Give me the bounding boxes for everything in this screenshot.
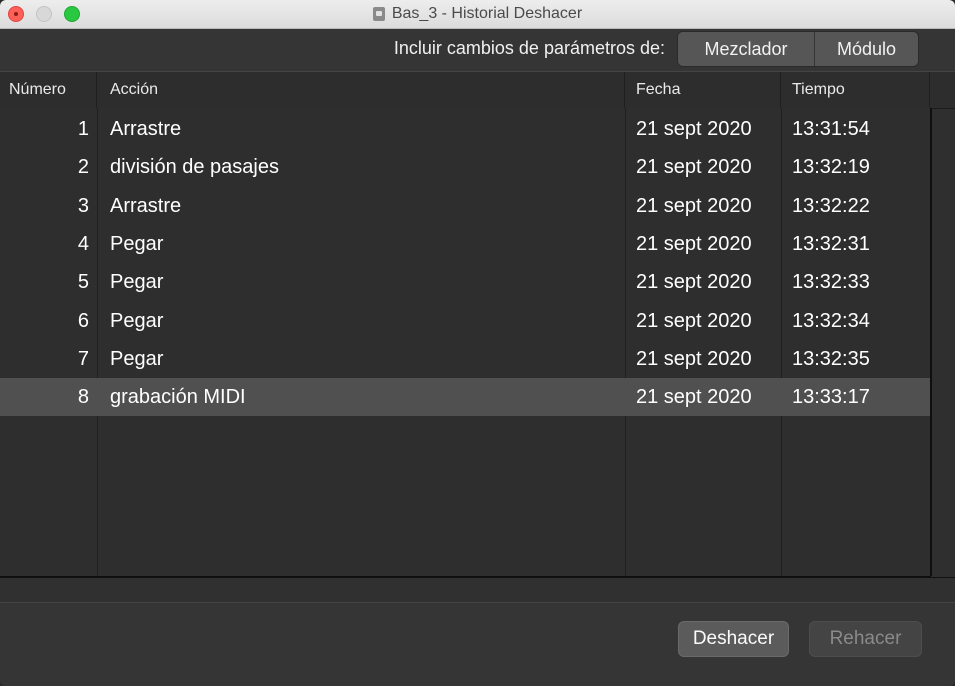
plugin-toggle[interactable]: Módulo bbox=[815, 32, 918, 66]
redo-button[interactable]: Rehacer bbox=[809, 621, 922, 657]
row-action: Pegar bbox=[110, 347, 164, 370]
row-number: 8 bbox=[77, 385, 89, 408]
row-action: Pegar bbox=[110, 309, 164, 332]
row-date: 21 sept 2020 bbox=[636, 347, 752, 370]
table-row[interactable]: 5 Pegar 21 sept 2020 13:32:33 bbox=[0, 263, 931, 301]
row-number: 7 bbox=[77, 347, 89, 370]
row-date: 21 sept 2020 bbox=[636, 155, 752, 178]
table-row[interactable]: 4 Pegar 21 sept 2020 13:32:31 bbox=[0, 225, 931, 263]
window-title: Bas_3 - Historial Deshacer bbox=[391, 5, 583, 22]
row-time: 13:32:33 bbox=[792, 270, 870, 293]
row-action: Pegar bbox=[110, 270, 164, 293]
column-header-action[interactable]: Acción bbox=[98, 72, 625, 108]
column-header-time[interactable]: Tiempo bbox=[782, 72, 930, 108]
row-date: 21 sept 2020 bbox=[636, 270, 752, 293]
row-action: Arrastre bbox=[110, 117, 182, 140]
row-action: Arrastre bbox=[110, 194, 182, 217]
row-number: 3 bbox=[77, 194, 89, 217]
row-action: Pegar bbox=[110, 232, 164, 255]
row-date: 21 sept 2020 bbox=[636, 232, 752, 255]
parameter-source-segmented-control: Mezclador Módulo bbox=[677, 31, 919, 67]
row-time: 13:32:31 bbox=[792, 232, 870, 255]
table-row[interactable]: 6 Pegar 21 sept 2020 13:32:34 bbox=[0, 302, 931, 340]
horizontal-scrollbar[interactable] bbox=[0, 577, 955, 603]
bottom-bar: Deshacer Rehacer bbox=[0, 602, 955, 686]
row-time: 13:32:35 bbox=[792, 347, 870, 370]
column-header-number[interactable]: Número bbox=[0, 72, 97, 108]
row-number: 1 bbox=[77, 117, 89, 140]
table-row[interactable]: 7 Pegar 21 sept 2020 13:32:35 bbox=[0, 340, 931, 378]
table-body: 1 Arrastre 21 sept 2020 13:31:54 2 divis… bbox=[0, 108, 931, 577]
row-time: 13:32:19 bbox=[792, 155, 870, 178]
row-time: 13:31:54 bbox=[792, 117, 870, 140]
column-header-date[interactable]: Fecha bbox=[626, 72, 781, 108]
history-table: Número Acción Fecha Tiempo 1 Arrastre 21… bbox=[0, 71, 955, 603]
row-number: 5 bbox=[77, 270, 89, 293]
row-number: 6 bbox=[77, 309, 89, 332]
row-date: 21 sept 2020 bbox=[636, 385, 752, 408]
mixer-toggle[interactable]: Mezclador bbox=[678, 32, 815, 66]
row-date: 21 sept 2020 bbox=[636, 309, 752, 332]
row-number: 4 bbox=[77, 232, 89, 255]
undo-history-window: Bas_3 - Historial Deshacer Incluir cambi… bbox=[0, 0, 955, 686]
row-date: 21 sept 2020 bbox=[636, 194, 752, 217]
toolbar: Incluir cambios de parámetros de: Mezcla… bbox=[0, 29, 955, 71]
table-row[interactable]: 3 Arrastre 21 sept 2020 13:32:22 bbox=[0, 187, 931, 225]
row-action: grabación MIDI bbox=[110, 385, 246, 408]
row-date: 21 sept 2020 bbox=[636, 117, 752, 140]
title-bar: Bas_3 - Historial Deshacer bbox=[0, 0, 955, 29]
row-time: 13:32:34 bbox=[792, 309, 870, 332]
row-action: división de pasajes bbox=[110, 155, 279, 178]
include-changes-label: Incluir cambios de parámetros de: bbox=[393, 38, 665, 58]
undo-button[interactable]: Deshacer bbox=[678, 621, 789, 657]
table-row[interactable]: 2 división de pasajes 21 sept 2020 13:32… bbox=[0, 148, 931, 186]
row-time: 13:33:17 bbox=[792, 385, 870, 408]
window-title-group: Bas_3 - Historial Deshacer bbox=[0, 0, 955, 28]
table-row[interactable]: 1 Arrastre 21 sept 2020 13:31:54 bbox=[0, 110, 931, 148]
row-number: 2 bbox=[77, 155, 89, 178]
vertical-scrollbar[interactable] bbox=[930, 108, 932, 576]
document-icon bbox=[372, 7, 385, 21]
row-time: 13:32:22 bbox=[792, 194, 870, 217]
table-header: Número Acción Fecha Tiempo bbox=[0, 71, 955, 109]
table-row-selected[interactable]: 8 grabación MIDI 21 sept 2020 13:33:17 bbox=[0, 378, 931, 416]
